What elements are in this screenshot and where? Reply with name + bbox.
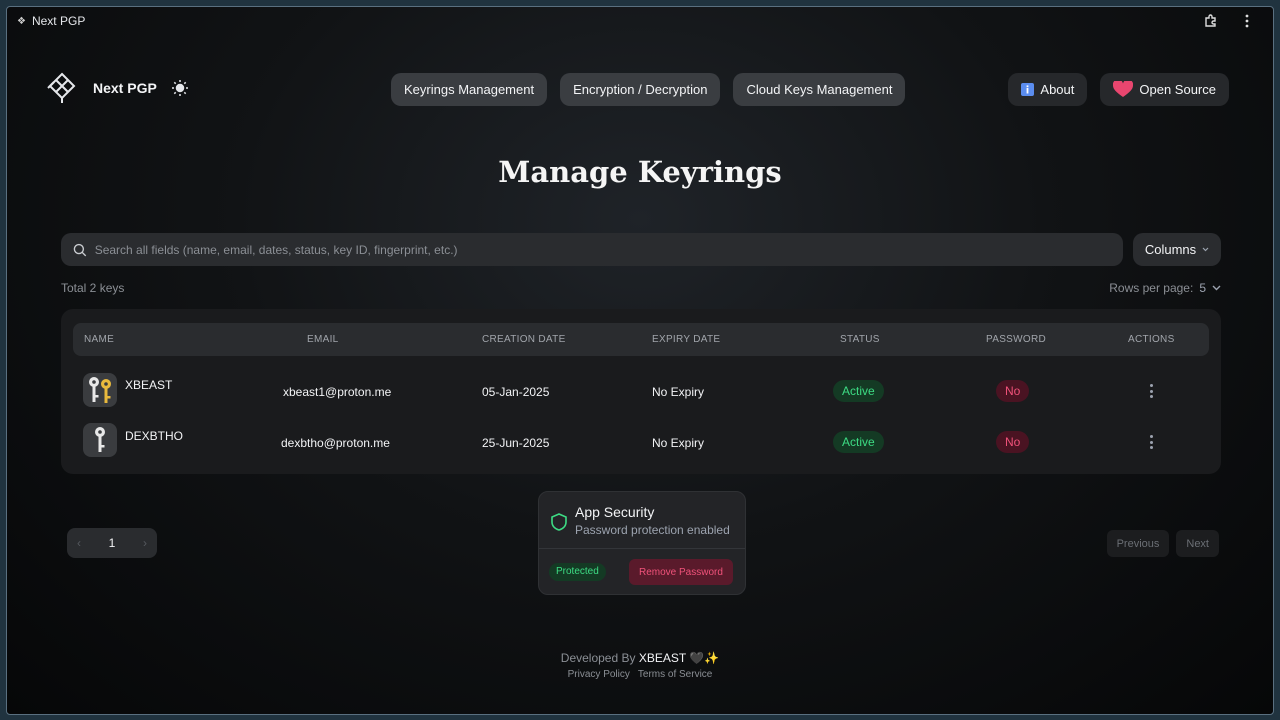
page-number[interactable]: 1	[109, 536, 116, 550]
prev-next-controls: Previous Next	[1106, 530, 1219, 557]
developer-name[interactable]: XBEAST	[639, 651, 686, 665]
next-pgp-logo-icon	[47, 72, 76, 103]
footer-links: Privacy Policy Terms of Service	[7, 669, 1273, 680]
brand[interactable]: Next PGP	[45, 71, 189, 105]
row-expiry-date: No Expiry	[652, 385, 705, 399]
header-name: NAME	[84, 334, 115, 345]
extension-icon[interactable]	[1203, 13, 1219, 29]
protected-badge: Protected	[549, 563, 606, 581]
nav-keyrings-management[interactable]: Keyrings Management	[391, 73, 548, 106]
about-label: About	[1040, 82, 1075, 97]
info-icon	[1021, 83, 1035, 96]
app-icon: ❖	[17, 15, 26, 27]
app-window: ❖ Next PGP Next PGP Keyrings Management …	[6, 6, 1274, 715]
nav-encryption-decryption[interactable]: Encryption / Decryption	[560, 73, 721, 106]
nav-cloud-keys-management[interactable]: Cloud Keys Management	[733, 73, 906, 106]
theme-toggle-sun-icon[interactable]	[171, 79, 189, 97]
heart-icon	[1113, 81, 1134, 98]
chevron-down-icon	[1212, 285, 1221, 291]
pagination: ‹ 1 ›	[67, 528, 157, 558]
password-badge: No	[996, 431, 1030, 453]
header-actions: ACTIONS	[1128, 334, 1175, 345]
open-source-button[interactable]: Open Source	[1100, 73, 1229, 106]
previous-button[interactable]: Previous	[1106, 530, 1170, 557]
password-badge: No	[996, 380, 1030, 402]
header-email: EMAIL	[307, 334, 339, 345]
brand-name: Next PGP	[93, 80, 157, 96]
row-creation-date: 05-Jan-2025	[482, 385, 550, 399]
next-button[interactable]: Next	[1176, 530, 1219, 557]
remove-password-button[interactable]: Remove Password	[629, 559, 733, 585]
header-creation-date: CREATION DATE	[482, 334, 566, 345]
main-nav: Keyrings Management Encryption / Decrypt…	[391, 73, 906, 106]
developed-by-label: Developed By	[560, 651, 636, 665]
key-pair-icon	[83, 373, 117, 407]
nav-right: About Open Source	[1008, 73, 1229, 106]
table-row[interactable]: XBEAST xbeast1@proton.me 05-Jan-2025 No …	[73, 369, 1209, 413]
chevron-left-icon[interactable]: ‹	[77, 536, 81, 550]
search-bar[interactable]	[61, 233, 1123, 266]
app-security-card: App Security Password protection enabled…	[538, 491, 746, 595]
keyrings-table: NAME EMAIL CREATION DATE EXPIRY DATE STA…	[61, 309, 1221, 474]
status-badge: Active	[833, 380, 884, 402]
title-bar: ❖ Next PGP	[7, 7, 1273, 35]
row-expiry-date: No Expiry	[652, 436, 705, 450]
window-title: Next PGP	[31, 14, 86, 28]
footer: Developed By XBEAST 🖤✨ Privacy Policy Te…	[7, 651, 1273, 680]
row-creation-date: 25-Jun-2025	[482, 436, 550, 450]
row-name: DEXBTHO	[125, 429, 184, 443]
rows-per-page-selector[interactable]: Rows per page: 5	[1109, 281, 1221, 295]
search-icon	[73, 243, 87, 256]
search-input[interactable]	[94, 242, 1111, 257]
header-password: PASSWORD	[986, 334, 1046, 345]
shield-icon	[551, 513, 567, 531]
security-subtitle: Password protection enabled	[575, 523, 730, 537]
table-header: NAME EMAIL CREATION DATE EXPIRY DATE STA…	[73, 323, 1209, 356]
about-button[interactable]: About	[1008, 73, 1088, 106]
total-keys: Total 2 keys	[61, 281, 125, 295]
row-actions-icon[interactable]	[1144, 433, 1158, 451]
chevron-down-icon	[1202, 247, 1209, 252]
columns-button[interactable]: Columns	[1133, 233, 1221, 266]
divider	[539, 548, 745, 549]
columns-label: Columns	[1144, 242, 1197, 257]
status-badge: Active	[833, 431, 884, 453]
row-email: dexbtho@proton.me	[281, 436, 390, 450]
footer-emoji: 🖤✨	[689, 651, 720, 665]
open-source-label: Open Source	[1139, 82, 1216, 97]
header-expiry-date: EXPIRY DATE	[652, 334, 721, 345]
key-icon	[83, 423, 117, 457]
table-row[interactable]: DEXBTHO dexbtho@proton.me 25-Jun-2025 No…	[73, 420, 1209, 464]
more-menu-icon[interactable]	[1239, 13, 1255, 29]
developed-by: Developed By XBEAST 🖤✨	[7, 651, 1273, 665]
page-title: Manage Keyrings	[498, 155, 782, 189]
row-actions-icon[interactable]	[1144, 382, 1158, 400]
navbar: Next PGP Keyrings Management Encryption …	[7, 65, 1273, 115]
row-name: XBEAST	[125, 378, 173, 392]
rows-per-page-label: Rows per page:	[1109, 281, 1194, 295]
row-email: xbeast1@proton.me	[283, 385, 392, 399]
privacy-policy-link[interactable]: Privacy Policy	[568, 669, 630, 680]
security-title: App Security	[575, 504, 655, 520]
header-status: STATUS	[840, 334, 880, 345]
terms-of-service-link[interactable]: Terms of Service	[638, 669, 712, 680]
chevron-right-icon[interactable]: ›	[143, 536, 147, 550]
rows-per-page-value: 5	[1199, 281, 1206, 295]
